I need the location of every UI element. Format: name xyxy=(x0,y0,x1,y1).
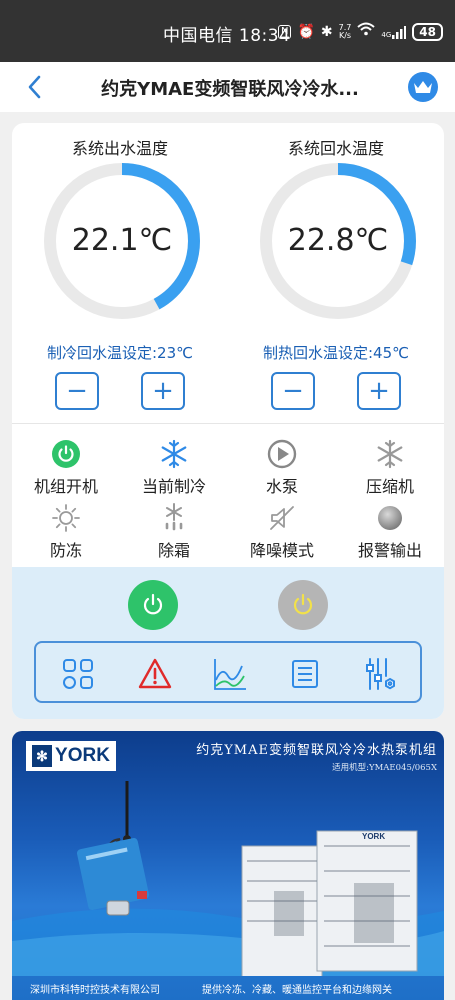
heating-minus-button[interactable]: − xyxy=(271,372,315,410)
cooling-plus-button[interactable]: + xyxy=(141,372,185,410)
carrier-time: 中国电信 18:34 xyxy=(163,26,291,46)
status-bar: 中国电信 18:34 N ⏰ ✱ 7.7 K/s 4G 48 xyxy=(0,0,455,62)
status-label: 压缩机 xyxy=(365,477,414,496)
chart-icon xyxy=(214,659,246,690)
nfc-icon: N xyxy=(278,24,292,39)
power-icon xyxy=(293,593,313,615)
alarm-button[interactable] xyxy=(137,656,173,692)
mute-speaker-icon xyxy=(267,503,297,533)
power-icon xyxy=(143,593,163,615)
status-quiet-mode: 降噪模式 xyxy=(228,503,336,561)
vip-crown-button[interactable] xyxy=(408,72,438,102)
setpoint-label: 制冷回水温设定:23℃ xyxy=(47,344,193,362)
gauge-label: 系统出水温度 xyxy=(71,139,168,158)
status-label: 降噪模式 xyxy=(249,541,314,560)
status-label: 防冻 xyxy=(49,541,82,560)
status-label: 当前制冷 xyxy=(141,477,206,496)
power-off-button[interactable] xyxy=(278,580,328,630)
gauge-label: 系统回水温度 xyxy=(287,139,384,158)
speed-unit: K/s xyxy=(338,30,352,40)
chevron-left-icon xyxy=(28,75,41,99)
unit-brand-label: YORK xyxy=(362,832,385,841)
status-cooling: 当前制冷 xyxy=(120,439,228,497)
sliders-icon xyxy=(366,658,395,690)
snowflake-icon xyxy=(159,439,189,469)
defrost-icon xyxy=(159,503,189,533)
page-title: 约克YMAE变频智联风冷冷水... xyxy=(101,79,359,100)
status-icons: N ⏰ ✱ 7.7 K/s 4G 48 xyxy=(278,22,443,41)
compressor-snowflake-icon xyxy=(375,439,405,469)
back-button[interactable] xyxy=(22,72,50,102)
crown-icon xyxy=(414,81,432,93)
grid-icon xyxy=(63,659,93,689)
status-defrost: 除霜 xyxy=(120,503,228,561)
device-panel: 系统出水温度 22.1℃ 制冷回水温设定:23℃ − + 系统回水温度 22.8… xyxy=(12,123,444,719)
pump-play-icon xyxy=(267,439,297,469)
banner-footer: 深圳市科特时控技术有限公司 提供冷冻、冷藏、暖通监控平台和边缘网关 xyxy=(12,976,444,1000)
parameter-settings-button[interactable] xyxy=(362,656,398,692)
status-label: 机组开机 xyxy=(33,477,98,496)
footer-service: 提供冷冻、冷藏、暖通监控平台和边缘网关 xyxy=(202,985,392,996)
trend-chart-button[interactable] xyxy=(212,656,248,692)
control-area xyxy=(12,567,444,719)
product-banner[interactable]: ✻ YORK 约克YMAE变频智联风冷冷水热泵机组 适用机型:YMAE045/0… xyxy=(12,731,444,1000)
heating-plus-button[interactable]: + xyxy=(357,372,401,410)
grid-menu-button[interactable] xyxy=(60,656,96,692)
status-alarm-output: 报警输出 xyxy=(336,503,444,561)
function-toolbar xyxy=(34,641,422,703)
gauge-value: 22.1℃ xyxy=(71,223,173,258)
status-antifreeze: 防冻 xyxy=(12,503,120,561)
battery-indicator: 48 xyxy=(412,22,443,41)
status-label: 水泵 xyxy=(265,477,298,496)
power-on-icon xyxy=(51,439,81,469)
network-speed: 7.7 K/s xyxy=(338,23,352,40)
status-unit-on: 机组开机 xyxy=(12,439,120,497)
alert-triangle-icon xyxy=(138,658,172,689)
wifi-icon xyxy=(357,22,376,41)
status-label: 除霜 xyxy=(157,541,190,560)
status-compressor: 压缩机 xyxy=(336,439,444,497)
cooling-minus-button[interactable]: − xyxy=(55,372,99,410)
alarm-clock-icon: ⏰ xyxy=(297,23,315,40)
status-pump: 水泵 xyxy=(228,439,336,497)
bluetooth-icon: ✱ xyxy=(320,23,333,40)
banner-artwork: YORK xyxy=(12,781,444,976)
title-bar: 约克YMAE变频智联风冷冷水... xyxy=(0,62,455,112)
list-icon xyxy=(292,660,318,688)
power-on-button[interactable] xyxy=(128,580,178,630)
cell-signal: 4G xyxy=(381,25,407,39)
records-list-button[interactable] xyxy=(287,656,323,692)
signal-label: 4G xyxy=(381,30,392,39)
setpoint-label: 制热回水温设定:45℃ xyxy=(263,344,409,362)
alarm-dot-icon xyxy=(375,503,405,533)
footer-company: 深圳市科特时控技术有限公司 xyxy=(30,985,160,996)
gauge-value: 22.8℃ xyxy=(287,223,389,258)
signal-bars-icon xyxy=(392,25,407,39)
sun-icon xyxy=(51,503,81,533)
divider xyxy=(12,423,444,424)
status-label: 报警输出 xyxy=(357,541,422,560)
